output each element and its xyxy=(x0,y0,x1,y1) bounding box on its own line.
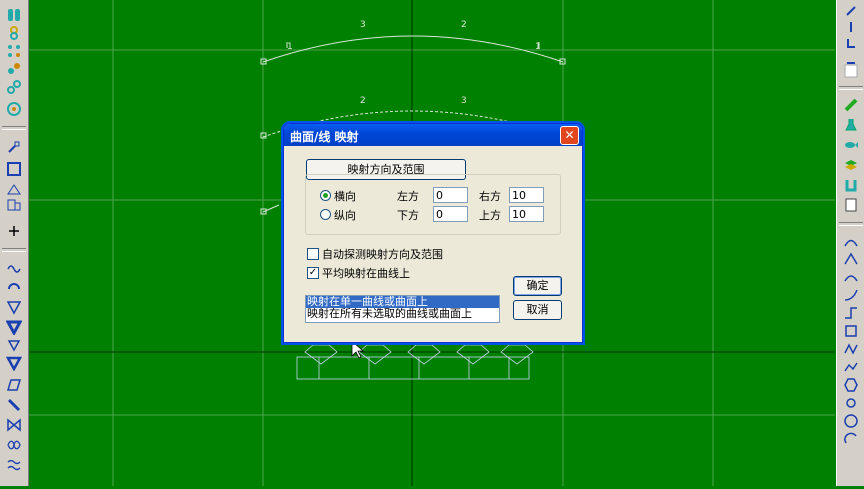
cancel-button[interactable]: 取消 xyxy=(513,300,562,320)
curve-label: 1 xyxy=(287,42,293,52)
add-point-icon[interactable] xyxy=(5,222,23,239)
circle-icon[interactable] xyxy=(842,412,860,429)
infinity-icon[interactable] xyxy=(5,436,23,453)
pencil-icon[interactable] xyxy=(842,18,860,35)
gem-row xyxy=(296,344,534,380)
polyline-icon[interactable] xyxy=(842,358,860,375)
box-nodes-icon[interactable] xyxy=(842,322,860,339)
triangle-down-icon[interactable] xyxy=(5,298,23,315)
rotate-icon[interactable] xyxy=(5,278,23,295)
curve-nodes-icon[interactable] xyxy=(842,232,860,249)
point-select-icon[interactable] xyxy=(5,138,23,155)
curve-label: 3 xyxy=(461,96,467,106)
triangle-small-icon[interactable] xyxy=(5,336,23,353)
fish-icon[interactable] xyxy=(842,136,860,153)
list-item[interactable]: 映射在单一曲线或曲面上 xyxy=(306,296,499,308)
mouse-cursor-icon xyxy=(351,340,365,359)
horizontal-label: 横向 xyxy=(334,190,356,203)
vertical-label: 纵向 xyxy=(334,209,356,222)
right-value-field[interactable]: 10 xyxy=(509,187,544,203)
triangle-thick-icon[interactable] xyxy=(5,354,23,371)
brush-icon[interactable] xyxy=(842,2,860,19)
surface-mapping-dialog: 曲面/线 映射 ✕ 映射方向及范围 横向 纵向 左方 0 右方 10 下方 0 … xyxy=(283,123,583,343)
top-value-field[interactable]: 10 xyxy=(509,206,544,222)
average-mapping-label: 平均映射在曲线上 xyxy=(322,267,410,280)
color-swatch-icon[interactable] xyxy=(5,6,23,23)
dialog-titlebar[interactable]: 曲面/线 映射 ✕ xyxy=(284,124,582,146)
triangle-bold-icon[interactable] xyxy=(5,318,23,335)
auto-detect-label: 自动探测映射方向及范围 xyxy=(322,248,443,261)
gem-cluster-icon[interactable] xyxy=(5,100,23,117)
left-value-field[interactable]: 0 xyxy=(433,187,468,203)
curve-labels: 3 2 2 3 1 1 xyxy=(287,20,541,106)
range-group xyxy=(305,174,561,235)
circle-small-icon[interactable] xyxy=(842,394,860,411)
average-mapping-checkbox[interactable]: ✓ xyxy=(307,267,319,279)
arc-icon[interactable] xyxy=(842,430,860,447)
layers-icon[interactable] xyxy=(842,156,860,173)
wave-icon[interactable] xyxy=(5,258,23,275)
parallelogram-icon[interactable] xyxy=(5,376,23,393)
left-label: 左方 xyxy=(397,190,419,203)
ok-button[interactable]: 确定 xyxy=(513,276,562,296)
node-icon[interactable] xyxy=(5,60,23,77)
bottom-label: 下方 xyxy=(397,209,419,222)
spring-icon[interactable] xyxy=(5,456,23,473)
right-toolbar xyxy=(836,0,864,486)
spiral-icon[interactable] xyxy=(5,24,23,41)
list-item[interactable]: 映射在所有未选取的曲线或曲面上 xyxy=(306,308,499,320)
frame-icon[interactable] xyxy=(842,62,860,79)
corner-icon[interactable] xyxy=(842,34,860,51)
zigzag-icon[interactable] xyxy=(842,340,860,357)
triangle-flat-icon[interactable] xyxy=(5,180,23,197)
chain-icon[interactable] xyxy=(5,78,23,95)
flask-icon[interactable] xyxy=(842,116,860,133)
curve-step-icon[interactable] xyxy=(842,304,860,321)
rectangle-icon[interactable] xyxy=(5,160,23,177)
curve-up-icon[interactable] xyxy=(842,286,860,303)
mapping-target-list[interactable]: 映射在单一曲线或曲面上 映射在所有未选取的曲线或曲面上 xyxy=(305,295,500,323)
vertical-radio[interactable] xyxy=(320,209,331,220)
curve-label: 2 xyxy=(461,20,467,30)
dotted-grid-icon[interactable] xyxy=(5,42,23,59)
bottom-value-field[interactable]: 0 xyxy=(433,206,468,222)
curve-label: 3 xyxy=(360,20,366,30)
curve-label: 2 xyxy=(360,96,366,106)
rings-icon[interactable] xyxy=(842,176,860,193)
slash-icon[interactable] xyxy=(5,396,23,413)
auto-detect-checkbox[interactable] xyxy=(307,248,319,260)
curve-peak-icon[interactable] xyxy=(842,250,860,267)
close-icon[interactable]: ✕ xyxy=(560,126,579,145)
panel-icon[interactable] xyxy=(842,196,860,213)
horizontal-radio[interactable] xyxy=(320,190,331,201)
dialog-title: 曲面/线 映射 xyxy=(290,130,359,144)
gem-icon[interactable] xyxy=(842,96,860,113)
hexagon-icon[interactable] xyxy=(842,376,860,393)
right-label: 右方 xyxy=(479,190,501,203)
bowtie-icon[interactable] xyxy=(5,416,23,433)
stretch-icon[interactable] xyxy=(5,196,23,213)
top-label: 上方 xyxy=(479,209,501,222)
left-toolbar xyxy=(0,0,29,486)
curve-label: 1 xyxy=(535,42,541,52)
curve-s-icon[interactable] xyxy=(842,268,860,285)
